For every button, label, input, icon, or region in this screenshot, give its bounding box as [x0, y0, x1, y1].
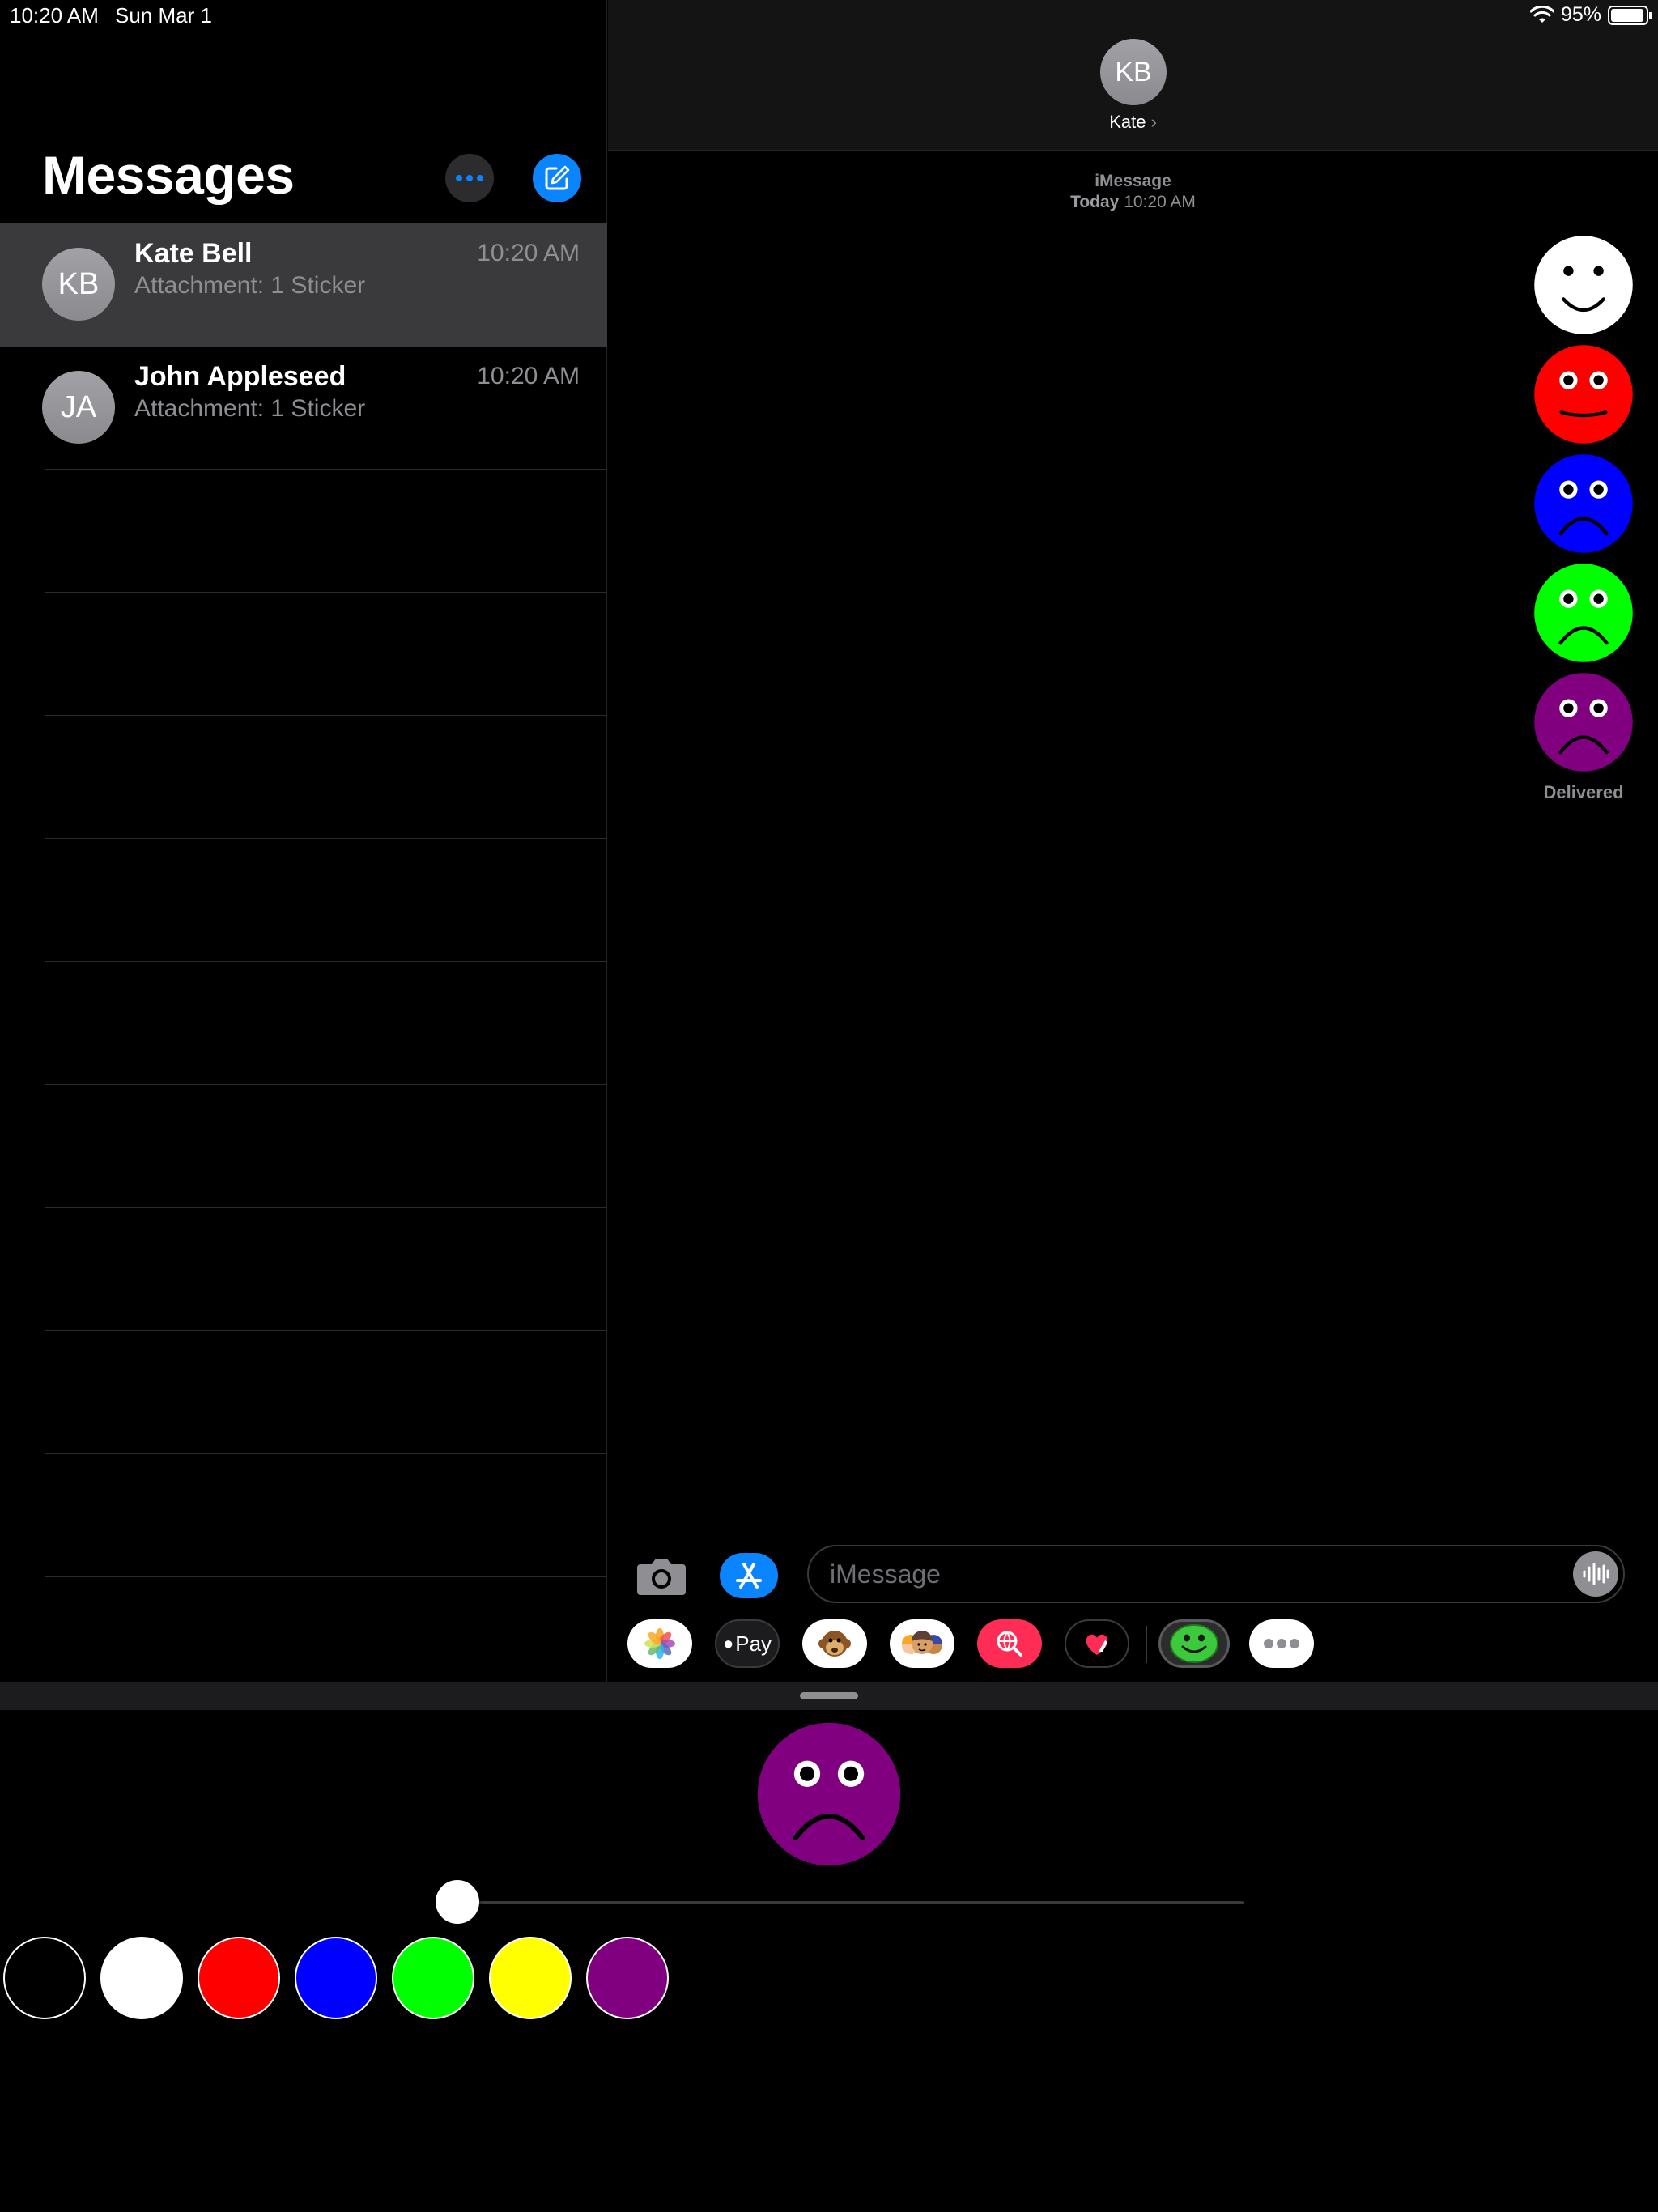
sticker-app-button[interactable]: [1158, 1619, 1230, 1668]
color-swatch[interactable]: [392, 1937, 474, 2019]
message-timestamp: Today 10:20 AM: [608, 193, 1658, 212]
app-store-icon: [736, 1563, 762, 1589]
status-indicators: 95%: [1529, 3, 1652, 27]
app-store-button[interactable]: [720, 1553, 778, 1598]
timestamp-time: 10:20 AM: [1124, 193, 1196, 211]
empty-list-row: [45, 1208, 607, 1331]
panel-grabber-bar[interactable]: [0, 1682, 1658, 1710]
chevron-right-icon: ›: [1150, 112, 1157, 132]
empty-list-row: [45, 716, 607, 839]
battery-icon: [1608, 5, 1652, 25]
contact-name: Kate Bell: [134, 238, 253, 269]
digital-touch-button[interactable]: [1065, 1619, 1129, 1668]
conversation-list: KB Kate Bell Attachment: 1 Sticker 10:20…: [0, 223, 607, 1577]
message-preview: Attachment: 1 Sticker: [134, 272, 366, 299]
contact-name-button[interactable]: Kate ›: [608, 112, 1658, 133]
compose-bar: [608, 1545, 1658, 1606]
apple-pay-label: Pay: [735, 1631, 772, 1656]
more-apps-icon: [1264, 1639, 1299, 1648]
page-title: Messages: [42, 145, 295, 205]
photos-app-button[interactable]: [627, 1619, 692, 1668]
sticker-message[interactable]: [1533, 672, 1634, 772]
row-divider: [45, 469, 607, 470]
waveform-icon: [1583, 1563, 1609, 1585]
monkey-icon: [818, 1631, 851, 1657]
compose-button[interactable]: [533, 154, 581, 202]
message-time: 10:20 AM: [477, 363, 580, 389]
camera-icon: [637, 1559, 686, 1595]
conversation-row-kate-bell[interactable]: KB Kate Bell Attachment: 1 Sticker 10:20…: [0, 223, 607, 347]
contact-name: John Appleseed: [134, 361, 346, 392]
size-slider[interactable]: [436, 1880, 1244, 1924]
memoji-stickers-button[interactable]: [890, 1619, 954, 1668]
empty-list-row: [45, 470, 607, 593]
battery-percent: 95%: [1560, 3, 1601, 26]
empty-list-row: [45, 1085, 607, 1208]
empty-list-row: [45, 839, 607, 962]
contact-avatar[interactable]: KB: [1100, 39, 1167, 105]
ellipsis-dot: [466, 175, 473, 181]
color-swatch[interactable]: [489, 1937, 572, 2019]
sticker-preview[interactable]: [756, 1721, 902, 1867]
slider-thumb[interactable]: [436, 1880, 479, 1924]
message-time: 10:20 AM: [477, 240, 580, 266]
sticker-message[interactable]: [1533, 235, 1634, 335]
more-options-button[interactable]: [445, 154, 494, 202]
ellipsis-dot: [477, 175, 483, 181]
color-swatches: [3, 1937, 669, 2019]
app-drawer-separator: [1146, 1626, 1147, 1663]
wifi-icon: [1529, 6, 1554, 23]
sticker-editor-panel: [0, 1682, 1658, 2212]
sticker-message[interactable]: [1533, 453, 1634, 554]
status-bar: 10:20 AM Sun Mar 1 95%: [0, 0, 1658, 32]
empty-list-row: [45, 1454, 607, 1577]
status-time: 10:20 AM: [10, 3, 99, 28]
avatar: JA: [42, 371, 115, 444]
ipad-screen: 10:20 AM Sun Mar 1 95% Messages KB Kate …: [0, 0, 1658, 2212]
app-drawer: ● Pay: [608, 1619, 1658, 1671]
timestamp-day: Today: [1070, 193, 1120, 211]
audio-message-button[interactable]: [1573, 1551, 1618, 1597]
sticker-message[interactable]: [1533, 344, 1634, 445]
heart-touch-icon: [1086, 1634, 1108, 1655]
apple-pay-button[interactable]: ● Pay: [715, 1619, 780, 1668]
empty-list-row: [45, 1331, 607, 1454]
memoji-icon: [902, 1631, 942, 1654]
drag-handle[interactable]: [800, 1692, 858, 1699]
empty-list-row: [45, 962, 607, 1085]
photos-app-icon: [644, 1628, 675, 1659]
delivery-status: Delivered: [1543, 782, 1624, 802]
ellipsis-icon: [456, 175, 462, 181]
message-preview: Attachment: 1 Sticker: [134, 395, 366, 422]
color-swatch[interactable]: [586, 1937, 669, 2019]
conversation-pane: KB Kate › iMessage Today 10:20 AM Deliver…: [608, 0, 1658, 1682]
color-swatch[interactable]: [3, 1937, 86, 2019]
empty-list-row: [45, 593, 607, 716]
apple-logo-icon: ●: [722, 1633, 734, 1653]
color-swatch[interactable]: [295, 1937, 377, 2019]
sticker-message[interactable]: [1533, 563, 1634, 663]
status-date: Sun Mar 1: [115, 3, 212, 28]
message-input[interactable]: [807, 1545, 1625, 1603]
color-swatch[interactable]: [100, 1937, 183, 2019]
globe-search-icon: [997, 1631, 1022, 1657]
green-smiley-icon: [1170, 1624, 1218, 1663]
animoji-button[interactable]: [802, 1619, 867, 1668]
contact-name: Kate: [1109, 112, 1146, 132]
compose-icon: [545, 165, 570, 190]
images-search-button[interactable]: [977, 1619, 1042, 1668]
conversations-sidebar: Messages KB Kate Bell Attachment: 1 Stic…: [0, 0, 607, 1682]
camera-button[interactable]: [636, 1555, 687, 1597]
avatar: KB: [42, 248, 115, 321]
service-label: iMessage: [1095, 172, 1171, 190]
more-apps-button[interactable]: [1249, 1619, 1314, 1668]
conversation-row-john-appleseed[interactable]: JA John Appleseed Attachment: 1 Sticker …: [0, 347, 607, 470]
color-swatch[interactable]: [198, 1937, 280, 2019]
